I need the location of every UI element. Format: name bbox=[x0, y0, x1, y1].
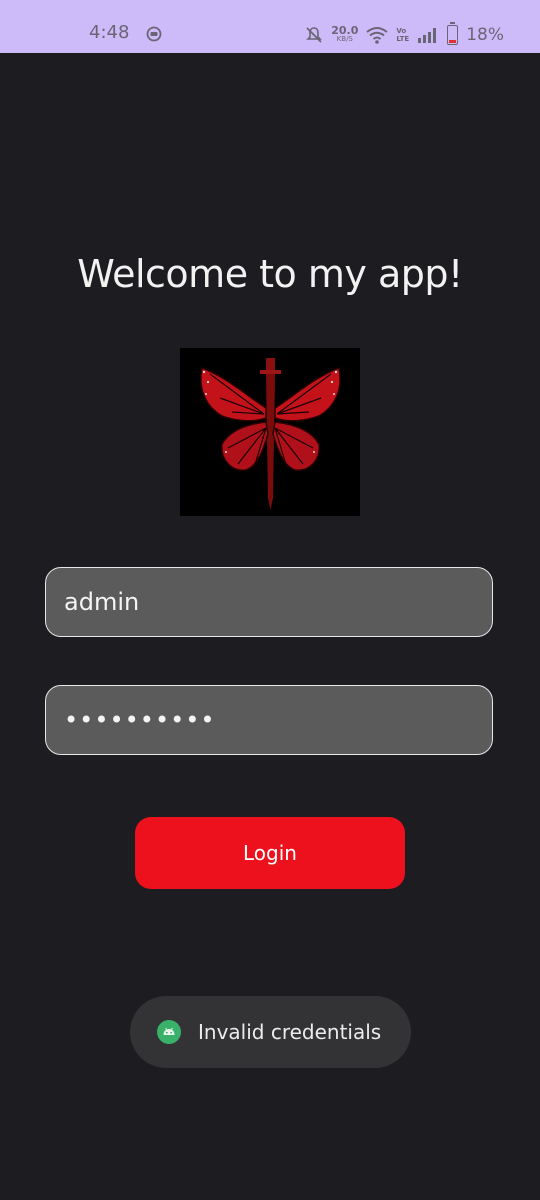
volte-bottom-label: LTE bbox=[396, 35, 410, 43]
login-button[interactable]: Login bbox=[135, 817, 405, 889]
app-notification-icon bbox=[146, 26, 162, 42]
welcome-title: Welcome to my app! bbox=[77, 252, 463, 296]
mute-icon bbox=[306, 27, 323, 43]
wifi-icon bbox=[366, 27, 388, 44]
network-speed-unit: KB/S bbox=[336, 35, 353, 43]
signal-icon bbox=[418, 28, 437, 43]
username-field[interactable]: admin bbox=[45, 567, 493, 637]
status-icons: 20.0 KB/S Vo LTE 18% bbox=[305, 18, 504, 52]
app-logo bbox=[180, 348, 360, 516]
toast-message: Invalid credentials bbox=[130, 996, 411, 1068]
password-field[interactable]: •••••••••• bbox=[45, 685, 493, 755]
network-speed: 20.0 KB/S bbox=[331, 24, 359, 44]
battery-percent: 18% bbox=[466, 25, 504, 45]
volte-top-label: Vo bbox=[396, 27, 407, 35]
username-value: admin bbox=[64, 588, 140, 616]
volte-indicator: Vo LTE bbox=[396, 27, 409, 43]
network-speed-value: 20.0 bbox=[331, 24, 359, 37]
login-button-label: Login bbox=[243, 841, 297, 865]
toast-text: Invalid credentials bbox=[198, 1020, 382, 1044]
android-app-icon bbox=[157, 1020, 181, 1044]
butterfly-dagger-logo-icon bbox=[180, 348, 360, 516]
status-time: 4:48 bbox=[89, 22, 130, 43]
battery-icon bbox=[447, 22, 459, 45]
password-value: •••••••••• bbox=[64, 706, 216, 734]
status-bar: 4:48 20.0 KB/S Vo LTE 18% bbox=[0, 0, 540, 53]
